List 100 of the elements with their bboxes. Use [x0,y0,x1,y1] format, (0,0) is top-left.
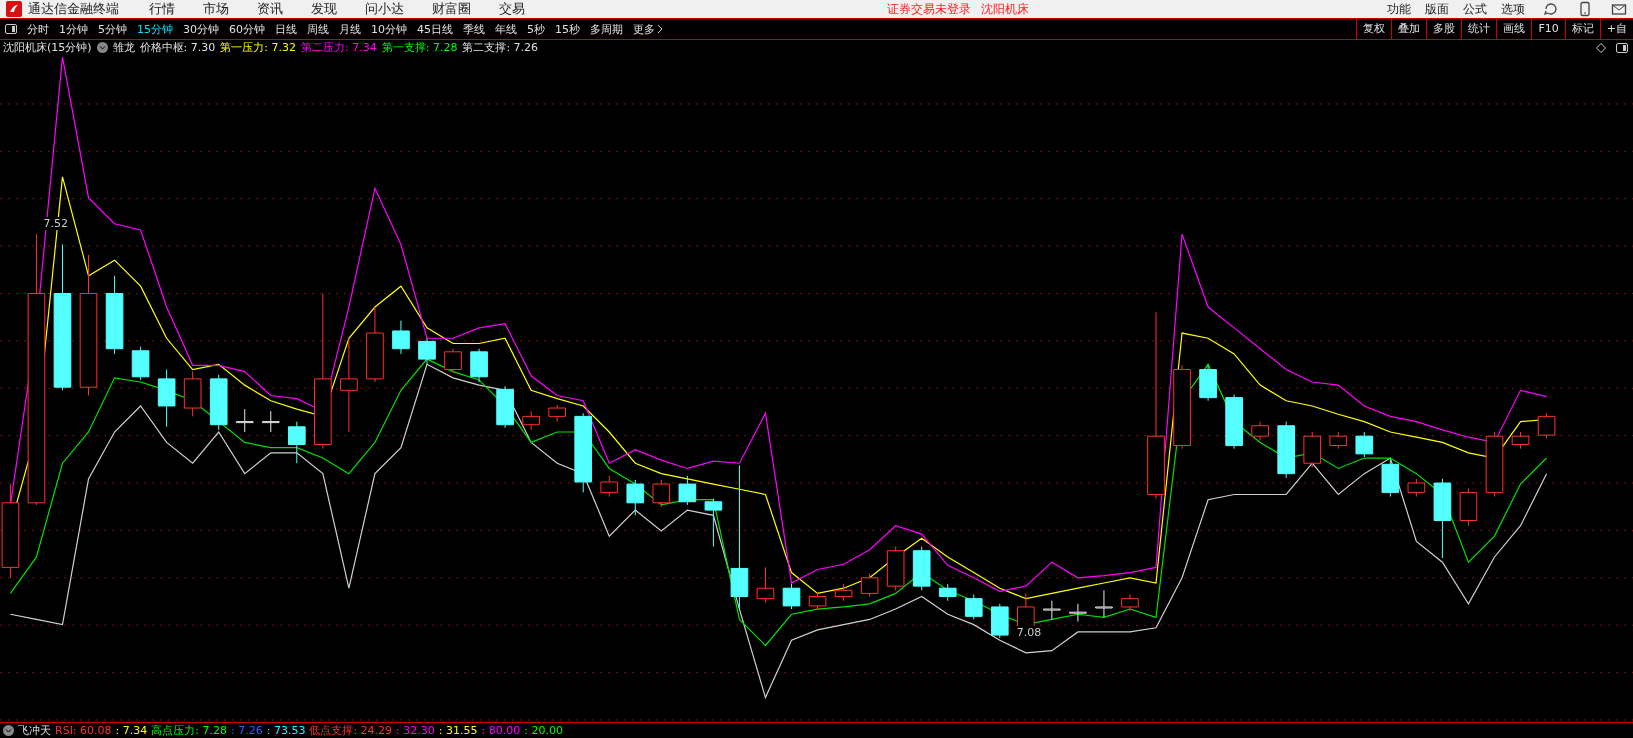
candlestick [912,546,931,592]
candlestick [808,592,827,611]
indicator-value: RSI: 60.08 [55,724,112,737]
indicator-value: : 73.53 [266,724,306,737]
tool-button[interactable]: 画线 [1496,19,1532,40]
period-tab[interactable]: 分时 [22,22,54,37]
period-tab[interactable]: 月线 [334,22,366,37]
candlestick [1069,603,1087,623]
indicator-value: 高点压力: 7.28 [151,723,227,738]
indicator-value: : 80.00 [481,724,521,737]
candlestick [834,584,853,602]
panel-toggle-icon[interactable] [1616,42,1628,54]
period-tab[interactable]: 5秒 [522,22,550,37]
period-tab[interactable]: 60分钟 [224,22,270,37]
candlestick [1459,488,1478,527]
indicator-value: 价格中枢: 7.30 [139,40,216,56]
candlestick [1485,432,1504,498]
tool-button[interactable]: 标记 [1564,19,1600,40]
period-tab[interactable]: 15秒 [550,22,585,37]
tool-button[interactable]: 统计 [1461,19,1497,40]
candlestick [522,411,540,431]
menu-item[interactable]: 市场 [203,0,229,19]
candlestick [1121,594,1139,613]
tool-button[interactable]: 多股 [1426,19,1462,40]
candlestick [886,546,905,592]
menu-item[interactable]: 版面 [1425,0,1449,18]
candlestick [496,386,514,429]
candlestick [990,603,1009,640]
more-button[interactable]: 更多 [628,22,668,37]
indicator-value: 低点支撑: 24.29 [309,723,393,738]
diamond-icon[interactable] [1596,43,1606,53]
period-tab[interactable]: 年线 [490,22,522,37]
candlestick [1407,478,1426,498]
candlestick [235,409,254,433]
candlestick [261,411,280,433]
candlestick [392,320,410,355]
mail-icon[interactable] [1611,1,1627,18]
candlestick [782,584,801,611]
candlestick [1329,432,1348,450]
tool-button[interactable]: F10 [1531,19,1565,40]
indicator-name: 飞冲天 [18,723,51,738]
candlestick [1095,590,1113,619]
menu-item[interactable]: 选项 [1501,0,1525,18]
panel-toggle-icon[interactable] [5,23,17,36]
menu-item[interactable]: 公式 [1463,0,1487,18]
candlestick [938,584,957,602]
candlestick [1381,460,1400,498]
period-tab[interactable]: 多周期 [585,22,628,37]
menu-item[interactable]: 资讯 [257,0,283,19]
candlestick [1537,413,1556,440]
refresh-icon[interactable] [1543,1,1559,18]
candlestick [131,346,150,381]
period-tab[interactable]: 日线 [270,22,302,37]
period-tab[interactable]: 季线 [458,22,490,37]
period-tab[interactable]: 周线 [302,22,334,37]
period-tab[interactable]: 15分钟 [132,22,178,37]
candlestick [444,348,462,374]
dropdown-icon[interactable] [96,42,108,54]
period-tab[interactable]: 1分钟 [54,22,93,37]
candlestick [1251,421,1269,442]
candlestick [157,369,176,428]
indicator-value: : 7.26 [231,724,263,737]
dropdown-icon[interactable] [3,725,14,736]
menu-item[interactable]: 行情 [149,0,175,19]
candlestick [1225,394,1243,450]
indicator-value: 第一压力: 7.32 [220,40,296,56]
tool-button[interactable]: 叠加 [1391,19,1427,40]
indicator-value: : 32.30 [396,724,435,737]
candlestick [418,338,436,366]
tool-button[interactable]: 复权 [1356,19,1392,40]
candlestick [652,479,671,508]
menu-item[interactable]: 财富圈 [432,0,471,19]
phone-icon[interactable] [1577,1,1593,18]
price-label: 7.52 [42,216,69,230]
menu-item[interactable]: 交易 [499,0,525,19]
indicator-value: : 20.00 [524,724,563,737]
price-label: 7.08 [1015,626,1043,639]
period-tab[interactable]: 5分钟 [93,22,132,37]
period-tab[interactable]: 30分钟 [178,22,224,37]
login-notice: 证券交易未登录 [887,0,971,18]
candlestick [756,567,775,604]
stock-title: 沈阳机床(15分钟) [3,40,92,56]
candlestick [600,475,619,498]
indicator-value: 第二支撑: 7.26 [462,40,539,56]
candlestick [548,404,566,423]
tool-button[interactable]: +自 [1599,19,1633,40]
candlestick [1303,432,1322,469]
indicator-value: : 7.34 [115,724,148,737]
period-tab[interactable]: 45日线 [412,22,458,37]
menu-item[interactable]: 功能 [1387,0,1411,18]
menu-item[interactable]: 问小达 [365,0,404,19]
candlestick [1511,432,1530,450]
period-tab[interactable]: 10分钟 [366,22,412,37]
candlestick [704,498,723,548]
candlestick [626,479,645,517]
login-notice: 沈阳机床 [981,0,1029,18]
candlestick [288,421,306,465]
app-title: 通达信金融终端 [28,0,119,19]
chevron-icon [657,24,663,35]
menu-item[interactable]: 发现 [311,0,337,19]
